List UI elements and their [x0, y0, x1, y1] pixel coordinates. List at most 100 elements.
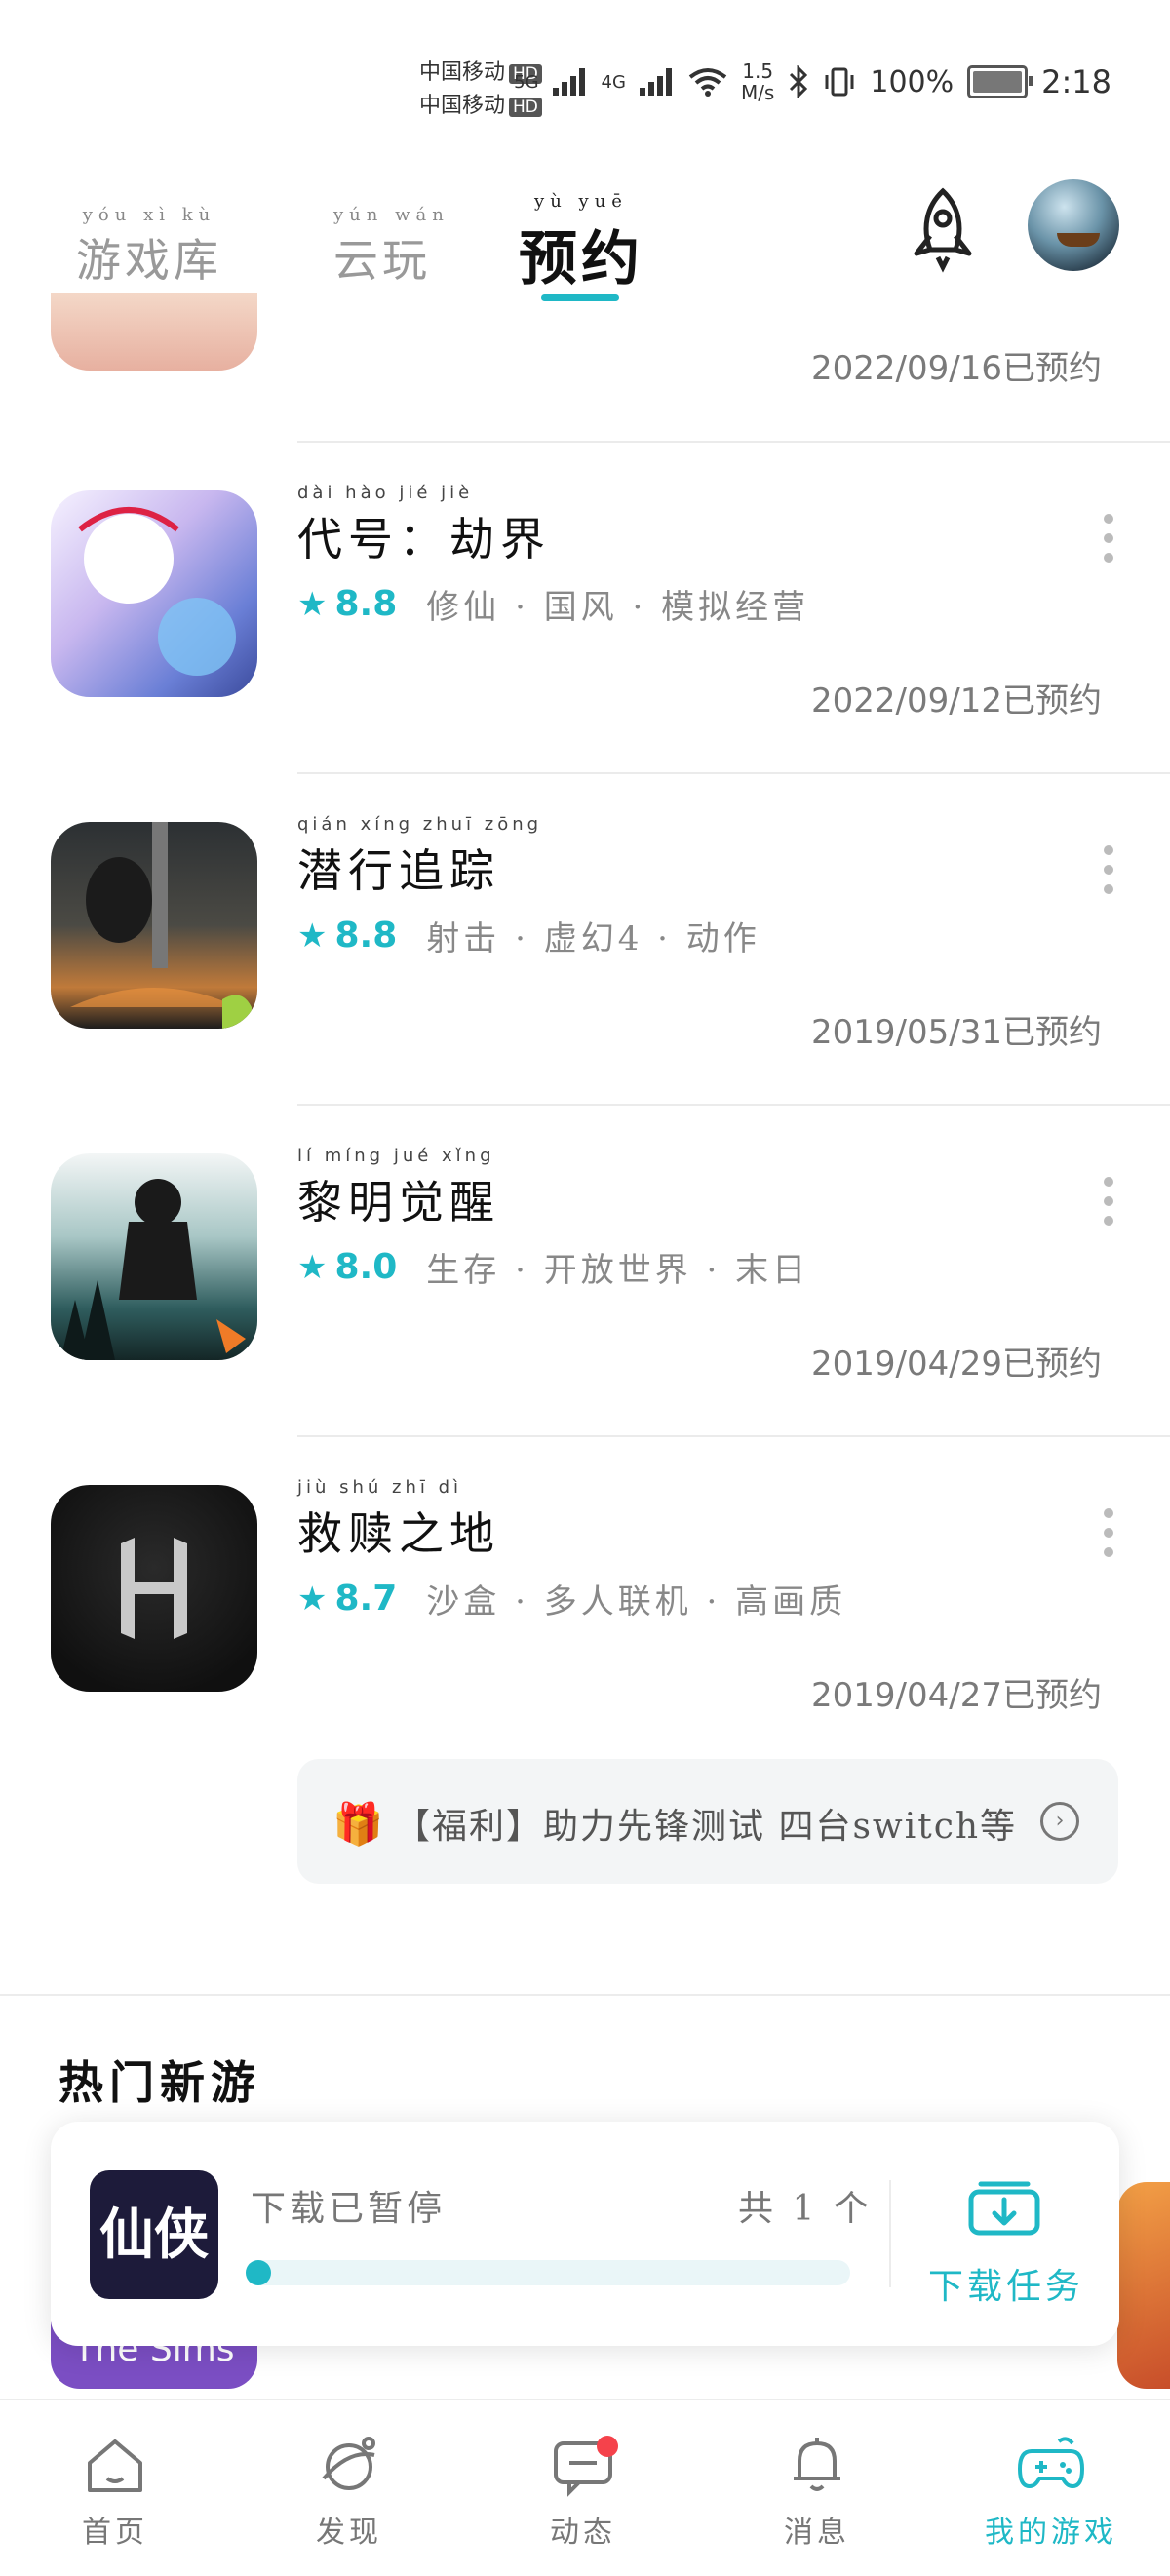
download-tray-icon[interactable]: [967, 2170, 1041, 2237]
nav-label: 我的游戏: [985, 2516, 1117, 2550]
divider: [297, 1435, 1170, 1437]
game-icon[interactable]: [51, 1153, 257, 1360]
game-icon[interactable]: [51, 490, 257, 697]
reservation-item[interactable]: qián xíng zhuī zōng 潜行追踪 ★ 8.8 射击 · 虚幻4 …: [0, 775, 1170, 1107]
user-avatar[interactable]: [1028, 179, 1119, 271]
download-count: 共 1 个: [738, 2189, 873, 2229]
tab-reservation[interactable]: yù yuē 预约: [519, 191, 644, 296]
game-tags: 生存 · 开放世界 · 末日: [426, 1251, 810, 1290]
nav-discover[interactable]: 发现: [281, 2430, 417, 2551]
title-block: dài hào jié jiè 代号：劫界: [297, 483, 551, 568]
title-ruby: qián xíng zhuī zōng: [297, 814, 543, 835]
tab-cloud-play[interactable]: yún wán 云玩: [333, 205, 449, 290]
reservation-date: 2022/09/12已预约: [811, 682, 1102, 721]
game-icon[interactable]: [51, 822, 257, 1029]
game-title: 潜行追踪: [297, 844, 500, 897]
download-card[interactable]: 仙侠 下载已暂停 共 1 个 下载任务: [51, 2122, 1119, 2346]
more-options-icon[interactable]: [1104, 1508, 1113, 1567]
divider: [297, 772, 1170, 774]
game-icon-peek[interactable]: [1117, 2182, 1170, 2389]
tab-label: 游戏库: [76, 234, 222, 287]
tab-ruby: yù yuē: [534, 191, 628, 212]
chevron-right-icon[interactable]: ›: [1040, 1802, 1079, 1841]
reservation-date: 2019/04/27已预约: [811, 1676, 1102, 1715]
promo-text: 【福利】助力先锋测试 四台switch等: [395, 1807, 1018, 1847]
download-progress-bar: [246, 2260, 850, 2285]
vibrate-icon: [825, 67, 854, 97]
reservation-date: 2019/05/31已预约: [811, 1013, 1102, 1052]
nav-label: 发现: [316, 2516, 382, 2550]
signal-4g-icon: [639, 68, 675, 96]
game-meta: ★ 8.8 射击 · 虚幻4 · 动作: [297, 912, 760, 959]
game-tags: 沙盒 · 多人联机 · 高画质: [426, 1582, 847, 1621]
divider: [297, 441, 1170, 443]
star-icon: ★: [297, 1247, 328, 1287]
promo-banner[interactable]: 🎁 【福利】助力先锋测试 四台switch等 ›: [297, 1759, 1118, 1884]
game-meta: ★ 8.0 生存 · 开放世界 · 末日: [297, 1243, 809, 1291]
nav-label: 动态: [550, 2516, 616, 2550]
title-block: lí míng jué xǐng 黎明觉醒: [297, 1146, 500, 1231]
game-title: 代号：劫界: [297, 513, 551, 566]
download-status: 下载已暂停: [251, 2189, 447, 2229]
gamepad-icon: [1017, 2437, 1085, 2489]
bluetooth-icon: [790, 65, 808, 98]
star-icon: ★: [297, 584, 328, 624]
carrier-2-label: 中国移动: [419, 94, 506, 118]
game-score: 8.0: [334, 1247, 398, 1287]
reservation-date: 2019/04/29已预约: [811, 1345, 1102, 1384]
bottom-nav: 首页 发现 动态 消息 我的游戏: [0, 2399, 1170, 2576]
game-score: 8.7: [334, 1579, 398, 1619]
game-title: 救赎之地: [297, 1507, 500, 1560]
tab-ruby: yún wán: [333, 205, 449, 225]
download-tasks-button[interactable]: 下载任务: [928, 2258, 1084, 2309]
title-ruby: dài hào jié jiè: [297, 483, 474, 503]
reservation-item[interactable]: dài hào jié jiè 代号：劫界 ★ 8.8 修仙 · 国风 · 模拟…: [0, 444, 1170, 775]
nav-label: 消息: [784, 2516, 850, 2550]
network-speed: 1.5 M/s: [740, 59, 775, 104]
title-block: qián xíng zhuī zōng 潜行追踪: [297, 814, 542, 900]
nav-home[interactable]: 首页: [47, 2430, 183, 2551]
game-icon-partial[interactable]: [51, 293, 257, 371]
tab-ruby: yóu xì kù: [82, 205, 216, 225]
more-options-icon[interactable]: [1104, 845, 1113, 904]
star-icon: ★: [297, 916, 328, 956]
progress-fill: [246, 2260, 271, 2285]
reservation-date: 2022/09/16已预约: [811, 349, 1102, 388]
game-tags: 射击 · 虚幻4 · 动作: [426, 919, 760, 958]
title-ruby: jiù shú zhī dì: [297, 1477, 463, 1498]
nav-feed[interactable]: 动态: [515, 2430, 651, 2551]
active-tab-indicator: [541, 294, 619, 301]
gift-icon: 🎁: [332, 1800, 384, 1848]
network-5g-label: 5G: [514, 71, 539, 93]
reservation-item[interactable]: lí míng jué xǐng 黎明觉醒 ★ 8.0 生存 · 开放世界 · …: [0, 1107, 1170, 1438]
signal-5g-icon: [552, 68, 588, 96]
downloading-game-icon: 仙侠: [90, 2170, 218, 2299]
divider: [297, 1104, 1170, 1106]
title-ruby: lí míng jué xǐng: [297, 1146, 495, 1166]
tab-game-library[interactable]: yóu xì kù 游戏库: [76, 205, 222, 290]
game-tags: 修仙 · 国风 · 模拟经营: [426, 588, 810, 627]
more-options-icon[interactable]: [1104, 1177, 1113, 1235]
card-separator: [889, 2180, 891, 2287]
battery-percent: 100%: [870, 64, 955, 99]
carrier-1-label: 中国移动: [419, 60, 506, 85]
status-bar: 中国移动 HD 中国移动 HD 5G 4G 1.5 M/s 100% 2:18: [0, 0, 1170, 156]
discover-icon: [322, 2437, 375, 2490]
game-score: 8.8: [334, 916, 398, 956]
tab-label: 云玩: [333, 234, 431, 287]
rocket-icon[interactable]: [899, 185, 987, 273]
battery-icon: [967, 65, 1034, 98]
section-divider: [0, 1994, 1170, 1996]
network-4g-label: 4G: [601, 71, 626, 93]
game-title: 黎明觉醒: [297, 1176, 500, 1229]
nav-label: 首页: [82, 2516, 148, 2550]
bell-icon: [794, 2438, 840, 2491]
more-options-icon[interactable]: [1104, 514, 1113, 572]
game-score: 8.8: [334, 584, 398, 624]
star-icon: ★: [297, 1579, 328, 1619]
reservation-item[interactable]: jiù shú zhī dì 救赎之地 ★ 8.7 沙盒 · 多人联机 · 高画…: [0, 1438, 1170, 1770]
nav-my-games[interactable]: 我的游戏: [983, 2430, 1119, 2551]
nav-messages[interactable]: 消息: [749, 2430, 885, 2551]
game-icon[interactable]: [51, 1485, 257, 1692]
home-icon: [88, 2439, 142, 2492]
